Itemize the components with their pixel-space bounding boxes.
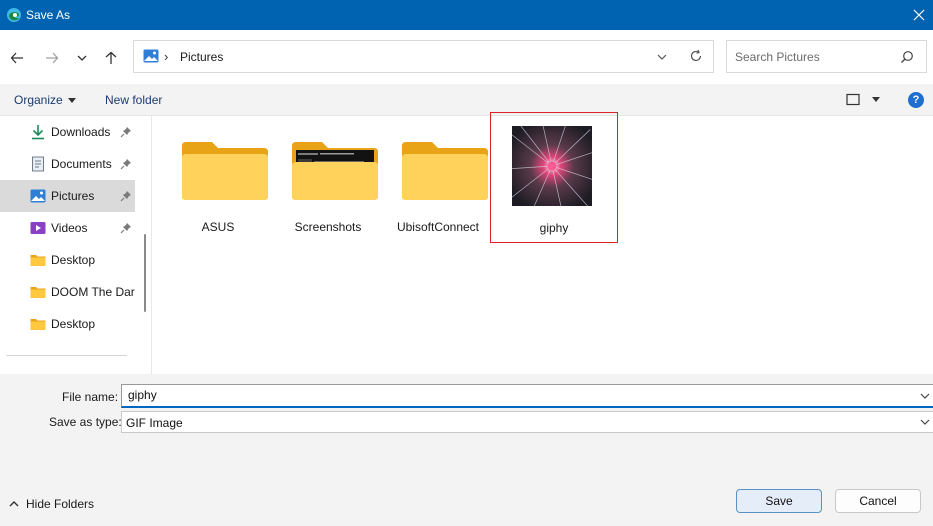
sidebar-item-downloads[interactable]: Downloads bbox=[0, 116, 135, 148]
hide-folders-label: Hide Folders bbox=[26, 497, 95, 511]
dialog-footer: Hide Folders Save Cancel bbox=[0, 474, 933, 526]
savetype-select[interactable]: GIF Image bbox=[121, 411, 933, 433]
sidebar-item-pictures[interactable]: Pictures bbox=[0, 180, 135, 212]
back-arrow-icon bbox=[10, 52, 23, 64]
filename-field[interactable] bbox=[121, 384, 933, 408]
file-name: giphy bbox=[539, 221, 569, 235]
chevron-up-icon bbox=[9, 501, 19, 507]
close-icon bbox=[913, 9, 925, 21]
video-icon bbox=[30, 222, 46, 234]
organize-label: Organize bbox=[14, 93, 63, 107]
chevron-down-icon bbox=[77, 55, 87, 61]
filename-input[interactable] bbox=[128, 388, 888, 402]
address-row: › Pictures Search Pictures bbox=[0, 30, 933, 84]
pictures-icon bbox=[143, 49, 159, 63]
refresh-icon[interactable] bbox=[689, 49, 703, 63]
save-form: File name: Save as type: GIF Image bbox=[0, 374, 933, 474]
caret-down-icon bbox=[67, 98, 76, 104]
folder-icon bbox=[30, 287, 46, 298]
sidebar-divider bbox=[6, 355, 127, 356]
sidebar-item-doom[interactable]: DOOM The Dar bbox=[0, 276, 135, 308]
new-folder-button[interactable]: New folder bbox=[105, 93, 162, 107]
file-name: UbisoftConnect bbox=[396, 220, 480, 234]
folder-icon bbox=[402, 142, 488, 200]
up-button[interactable] bbox=[100, 47, 122, 69]
view-mode-icon[interactable] bbox=[846, 93, 862, 107]
pin-icon[interactable] bbox=[120, 126, 132, 138]
recent-locations-button[interactable] bbox=[71, 47, 93, 69]
image-thumbnail bbox=[511, 126, 593, 206]
chevron-down-icon bbox=[920, 419, 930, 425]
folder-icon bbox=[182, 142, 268, 200]
filename-history-chevron-icon[interactable] bbox=[920, 391, 930, 401]
savetype-label: Save as type: bbox=[49, 415, 122, 429]
breadcrumb-separator: › bbox=[164, 49, 169, 64]
file-item-giphy[interactable]: giphy bbox=[490, 112, 618, 243]
sidebar-scrollbar[interactable] bbox=[144, 234, 146, 312]
sidebar-item-label: Desktop bbox=[51, 317, 96, 331]
cancel-button[interactable]: Cancel bbox=[835, 489, 921, 513]
breadcrumb-pictures[interactable]: Pictures bbox=[180, 50, 223, 64]
forward-button[interactable] bbox=[41, 47, 63, 69]
back-button[interactable] bbox=[6, 47, 28, 69]
title-bar: Save As bbox=[0, 0, 933, 30]
sidebar-item-label: Desktop bbox=[51, 253, 96, 267]
sidebar-item-documents[interactable]: Documents bbox=[0, 148, 135, 180]
savetype-value: GIF Image bbox=[126, 416, 183, 430]
command-bar: Organize New folder ? bbox=[0, 84, 933, 116]
file-list: ASUS Screenshots UbisoftConnect giphy bbox=[153, 112, 933, 374]
forward-arrow-icon bbox=[46, 52, 59, 64]
search-input[interactable]: Search Pictures bbox=[735, 50, 820, 64]
close-button[interactable] bbox=[905, 0, 933, 30]
file-item-screenshots[interactable]: Screenshots bbox=[273, 116, 383, 244]
folder-icon bbox=[30, 255, 46, 266]
folder-icon bbox=[30, 319, 46, 330]
pictures-icon bbox=[30, 189, 46, 203]
file-item-ubisoftconnect[interactable]: UbisoftConnect bbox=[383, 116, 493, 244]
address-history-chevron-icon[interactable] bbox=[655, 50, 669, 64]
sidebar-item-videos[interactable]: Videos bbox=[0, 212, 135, 244]
window-title: Save As bbox=[26, 8, 71, 22]
edge-icon bbox=[7, 8, 21, 22]
filename-label: File name: bbox=[62, 390, 119, 404]
sidebar-item-label: DOOM The Dar bbox=[51, 285, 135, 299]
file-name: ASUS bbox=[201, 220, 235, 234]
organize-button[interactable]: Organize bbox=[14, 93, 76, 107]
help-button[interactable]: ? bbox=[908, 92, 924, 108]
search-icon bbox=[901, 51, 913, 63]
pin-icon[interactable] bbox=[120, 222, 132, 234]
address-bar[interactable]: › Pictures bbox=[133, 40, 714, 73]
view-options-caret-icon[interactable] bbox=[872, 97, 880, 102]
file-item-asus[interactable]: ASUS bbox=[163, 116, 273, 244]
save-button[interactable]: Save bbox=[736, 489, 822, 513]
sidebar-item-desktop[interactable]: Desktop bbox=[0, 244, 135, 276]
download-icon bbox=[32, 125, 44, 140]
sidebar-item-desktop-2[interactable]: Desktop bbox=[0, 308, 135, 340]
hide-folders-button[interactable]: Hide Folders bbox=[9, 497, 94, 511]
document-icon bbox=[32, 156, 44, 172]
pin-icon[interactable] bbox=[120, 190, 132, 202]
folder-preview-icon bbox=[292, 142, 378, 200]
navigation-pane: Downloads Documents Pictures Videos Desk… bbox=[0, 116, 152, 374]
file-name: Screenshots bbox=[294, 220, 362, 234]
up-arrow-icon bbox=[105, 51, 117, 64]
search-box[interactable]: Search Pictures bbox=[726, 40, 927, 73]
pin-icon[interactable] bbox=[120, 158, 132, 170]
